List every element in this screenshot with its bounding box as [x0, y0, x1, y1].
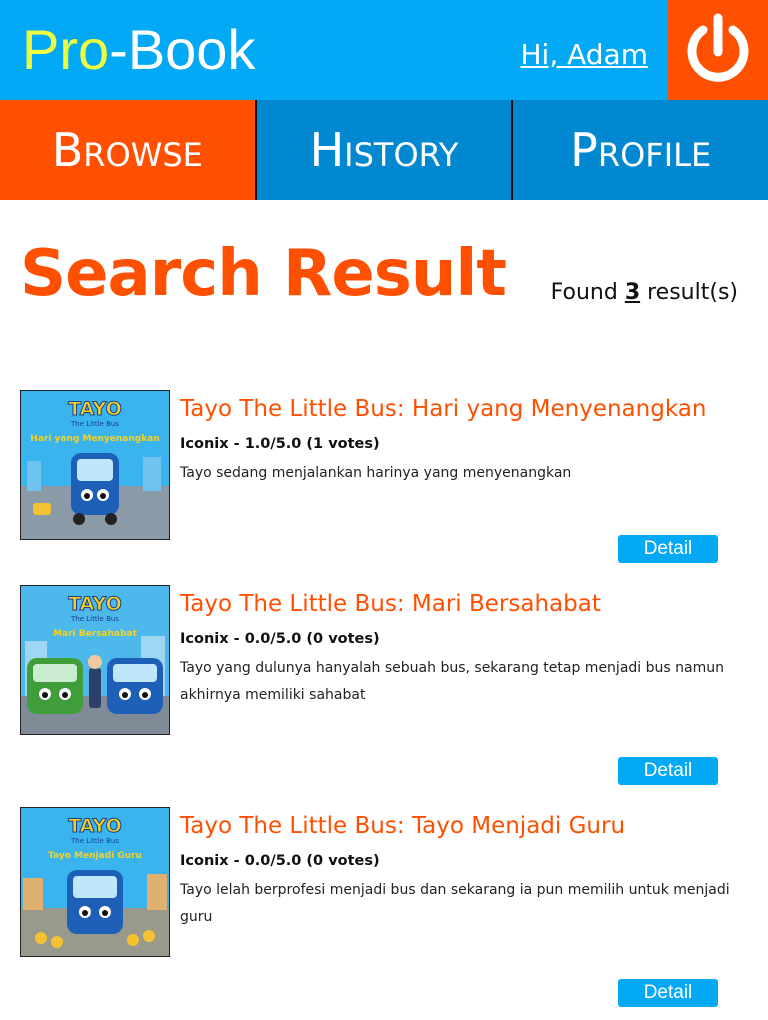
book-cover: TAYO The Little Bus Hari yang Menyenangk…	[20, 390, 170, 540]
cover-subtitle: The Little Bus	[70, 420, 119, 428]
book-cover-image: TAYO The Little Bus Mari Bersahabat	[21, 586, 169, 734]
cover-logo: TAYO	[68, 398, 122, 420]
tab-browse[interactable]: Browse	[0, 100, 255, 200]
book-description: Tayo sedang menjalankan harinya yang men…	[180, 465, 572, 481]
cover-logo: TAYO	[68, 815, 122, 837]
book-description: Tayo yang dulunya hanyalah sebuah bus, s…	[180, 660, 724, 703]
logo-pro-text: Pro	[22, 18, 110, 81]
detail-button[interactable]: Detail	[618, 757, 718, 785]
logout-button[interactable]	[668, 0, 768, 100]
book-cover: TAYO The Little Bus Tayo Menjadi Guru	[20, 807, 170, 957]
cover-logo: TAYO	[68, 593, 122, 615]
found-prefix: Found	[550, 280, 618, 305]
book-title[interactable]: Tayo The Little Bus: Hari yang Menyenang…	[180, 396, 706, 422]
cover-subtitle: The Little Bus	[70, 615, 119, 623]
detail-button[interactable]: Detail	[618, 979, 718, 1007]
tab-history[interactable]: History	[254, 100, 512, 200]
cover-caption: Hari yang Menyenangkan	[30, 434, 159, 444]
user-greeting-link[interactable]: Hi, Adam	[520, 38, 648, 71]
cover-caption: Tayo Menjadi Guru	[48, 851, 142, 861]
tab-profile[interactable]: Profile	[511, 100, 768, 200]
found-suffix: result(s)	[647, 280, 738, 305]
main-nav: Browse History Profile	[0, 100, 768, 200]
book-title[interactable]: Tayo The Little Bus: Mari Bersahabat	[180, 591, 601, 617]
book-cover: TAYO The Little Bus Mari Bersahabat	[20, 585, 170, 735]
page-title: Search Result	[20, 237, 507, 311]
book-meta: Iconix - 0.0/5.0 (0 votes)	[180, 631, 380, 647]
cover-subtitle: The Little Bus	[70, 837, 119, 845]
book-meta: Iconix - 1.0/5.0 (1 votes)	[180, 436, 380, 452]
book-title[interactable]: Tayo The Little Bus: Tayo Menjadi Guru	[180, 813, 625, 839]
book-cover-image: TAYO The Little Bus Tayo Menjadi Guru	[21, 808, 169, 956]
logo-dash-text: -	[109, 18, 128, 81]
app-logo[interactable]: Pro-Book	[22, 18, 255, 82]
book-meta: Iconix - 0.0/5.0 (0 votes)	[180, 853, 380, 869]
result-count: Found 3 result(s)	[551, 280, 738, 305]
power-icon	[687, 13, 749, 82]
book-description: Tayo lelah berprofesi menjadi bus dan se…	[180, 882, 730, 925]
app-header: Pro-Book Hi, Adam	[0, 0, 768, 100]
detail-button[interactable]: Detail	[618, 535, 718, 563]
found-count: 3	[624, 280, 641, 305]
cover-caption: Mari Bersahabat	[53, 629, 138, 639]
logo-book-text: Book	[127, 18, 256, 81]
book-cover-image: TAYO The Little Bus Hari yang Menyenangk…	[21, 391, 169, 539]
